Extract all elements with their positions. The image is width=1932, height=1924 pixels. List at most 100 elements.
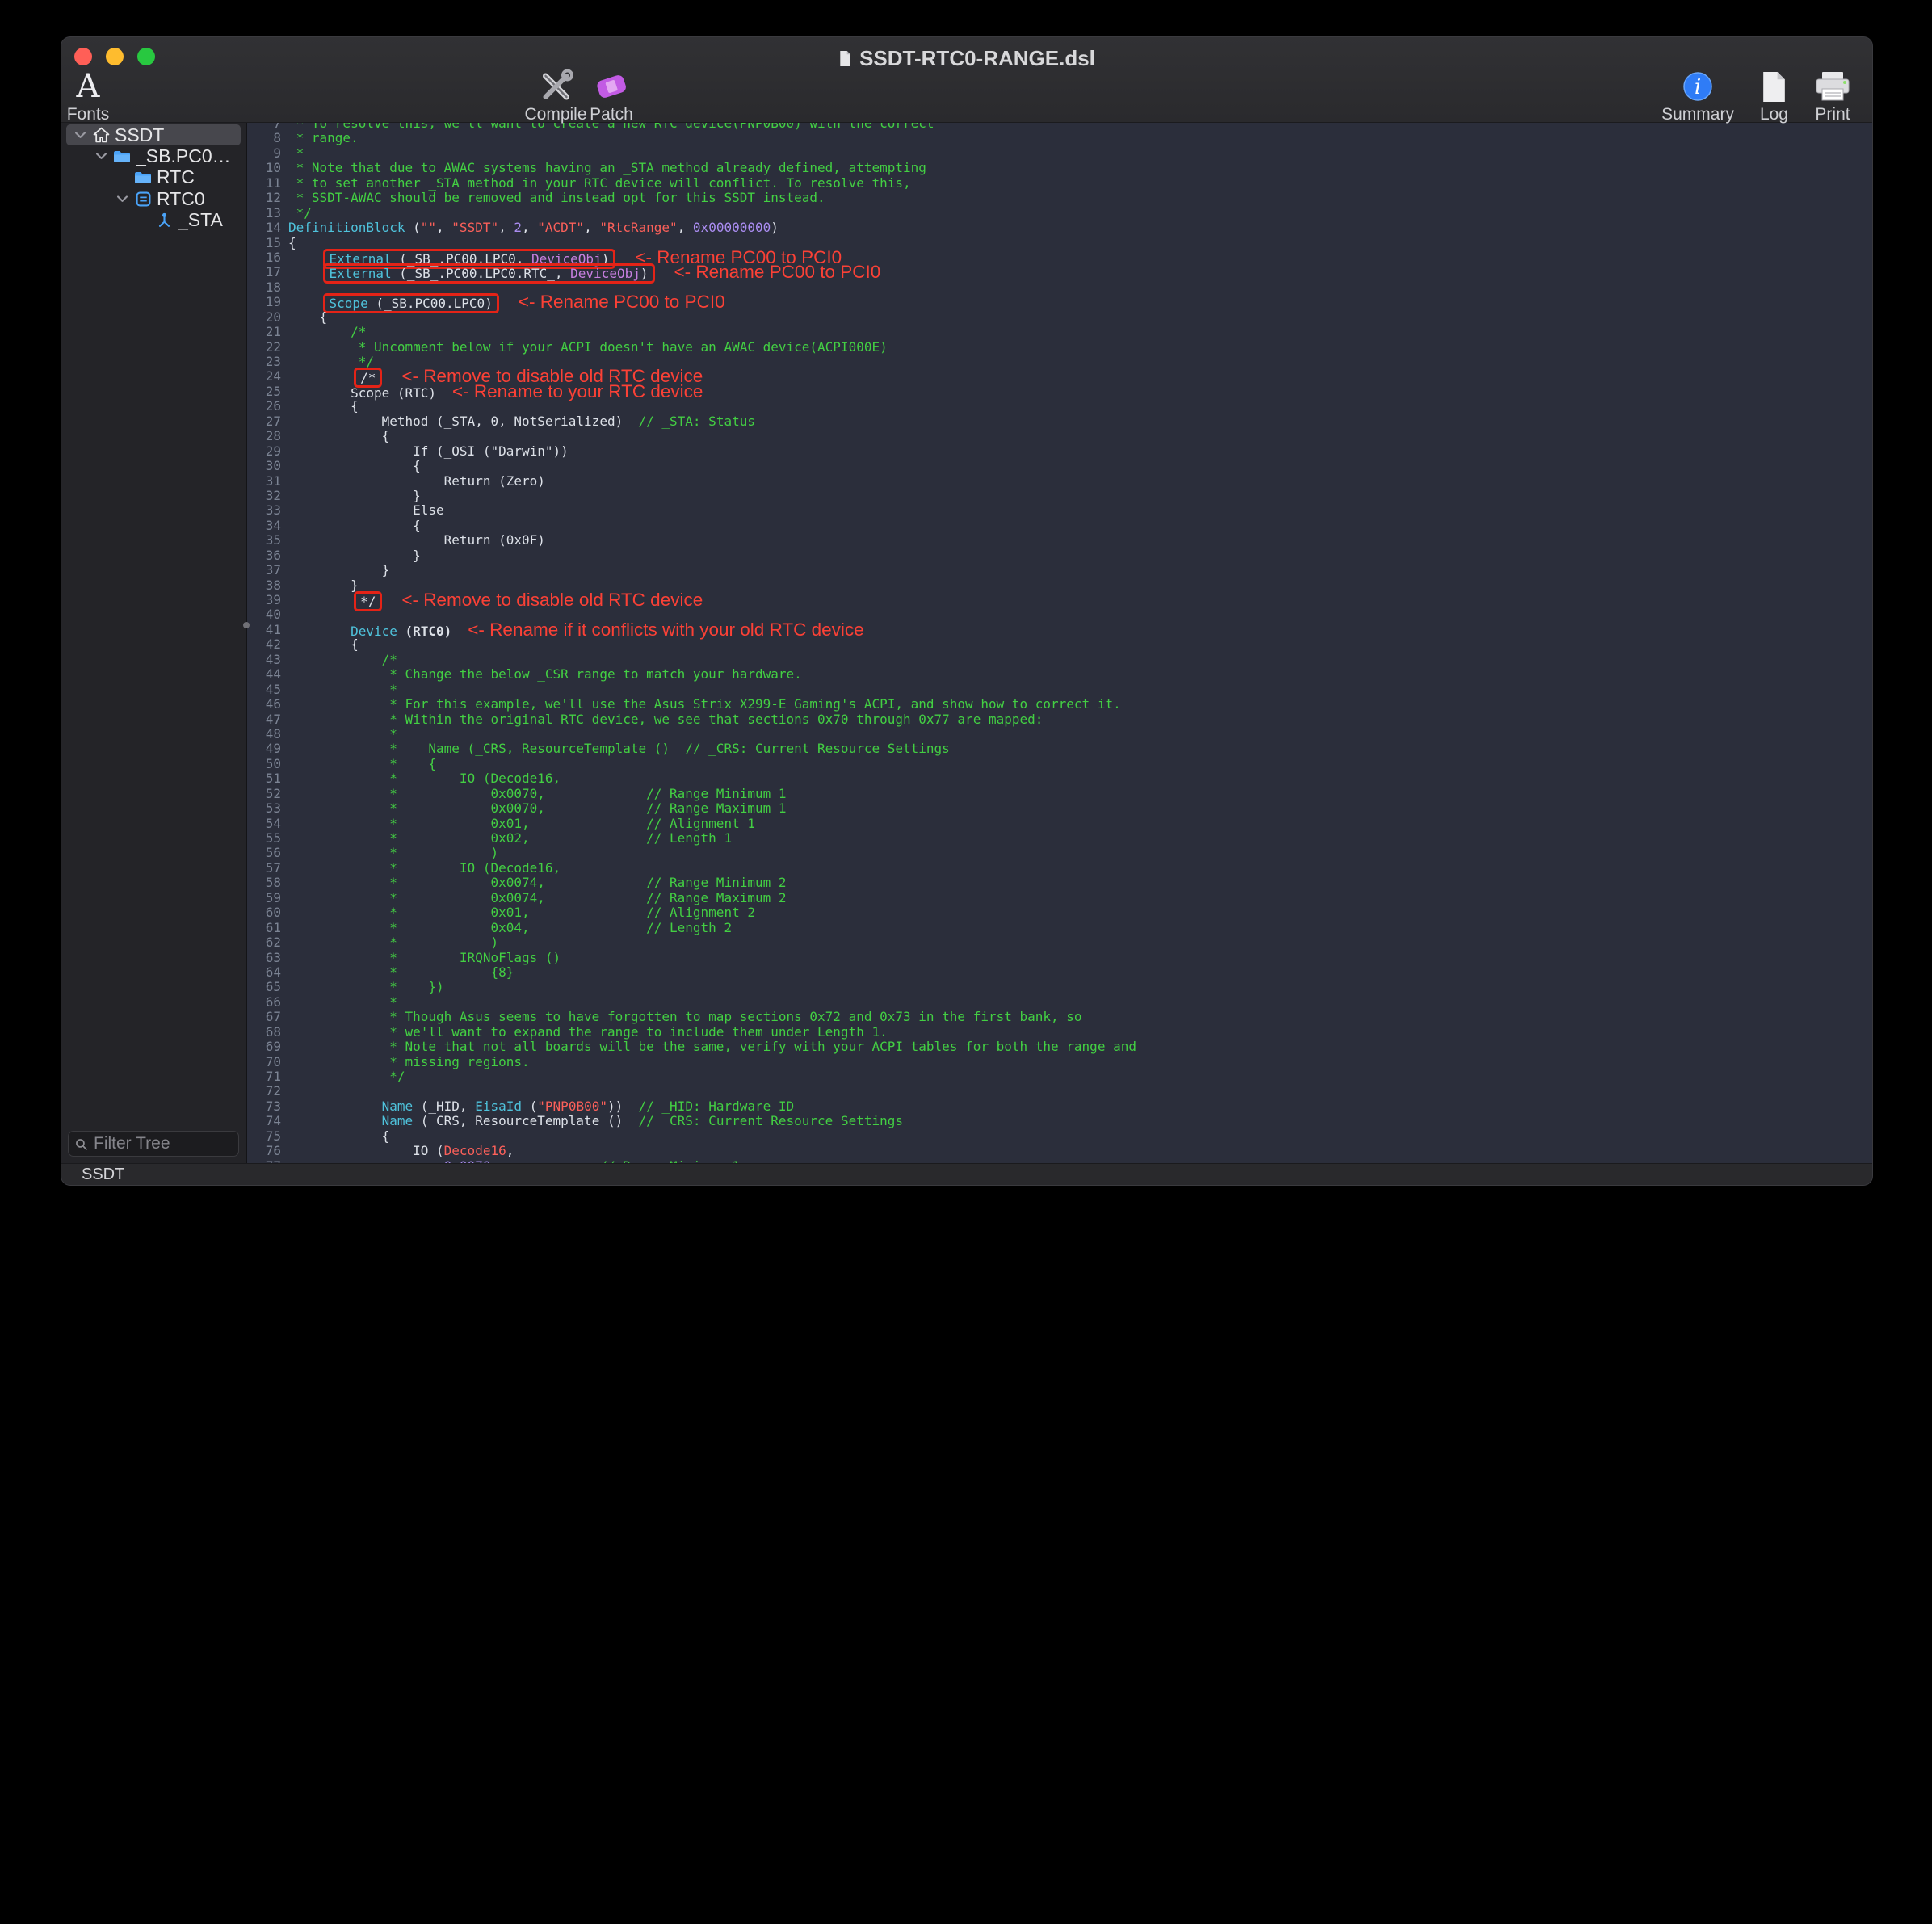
code-text: * )	[288, 935, 498, 950]
code-line: 43 /*	[247, 653, 1872, 667]
line-number: 45	[247, 683, 288, 697]
line-number: 73	[247, 1099, 288, 1114]
code-line: 41 Device (RTC0)<- Rename if it conflict…	[247, 623, 1872, 637]
summary-button[interactable]: i Summary	[1661, 69, 1734, 124]
code-text: {	[288, 236, 296, 250]
line-number: 13	[247, 206, 288, 221]
code-line: 58 * 0x0074, // Range Minimum 2	[247, 876, 1872, 890]
line-number: 12	[247, 191, 288, 205]
line-number: 72	[247, 1084, 288, 1099]
line-number: 33	[247, 503, 288, 518]
main-content: SSDT_SB.PC00.L...RTCRTC0_STA 7 * To reso…	[61, 123, 1872, 1163]
code-line: 63 * IRQNoFlags ()	[247, 951, 1872, 965]
code-text: * Note that due to AWAC systems having a…	[288, 161, 926, 175]
code-line: 27 Method (_STA, 0, NotSerialized) // _S…	[247, 414, 1872, 429]
info-icon: i	[1682, 69, 1714, 103]
code-text: Name (_CRS, ResourceTemplate () // _CRS:…	[288, 1114, 903, 1128]
zoom-button[interactable]	[137, 48, 155, 65]
sidebar-item-sta[interactable]: _STA	[66, 210, 241, 231]
code-line: 42 {	[247, 637, 1872, 652]
line-number: 50	[247, 757, 288, 771]
print-button[interactable]: Print	[1814, 69, 1851, 124]
window-controls	[74, 48, 155, 65]
sidebar-divider[interactable]	[246, 123, 247, 1163]
filter-field	[68, 1131, 239, 1157]
line-number: 71	[247, 1069, 288, 1084]
compile-button[interactable]: Compile	[524, 69, 586, 124]
line-number: 64	[247, 965, 288, 980]
code-line: 13 */	[247, 206, 1872, 221]
code-text: */	[288, 1069, 405, 1084]
annotation-highlight-box: Scope (_SB.PC00.LPC0)	[326, 296, 497, 311]
code-line: 30 {	[247, 459, 1872, 473]
code-line: 59 * 0x0074, // Range Maximum 2	[247, 891, 1872, 905]
code-line: 68 * we'll want to expand the range to i…	[247, 1025, 1872, 1040]
code-line: 29 If (_OSI ("Darwin"))	[247, 444, 1872, 459]
sidebar-item-rtc[interactable]: RTC	[66, 167, 241, 188]
sidebar-tree: SSDT_SB.PC00.L...RTCRTC0_STA	[61, 124, 246, 231]
code-text: * SSDT-AWAC should be removed and instea…	[288, 191, 825, 205]
code-line: 52 * 0x0070, // Range Minimum 1	[247, 787, 1872, 801]
sidebar-item-label: SSDT	[115, 124, 164, 146]
line-number: 10	[247, 161, 288, 175]
code-text: * 0x0074, // Range Minimum 2	[288, 876, 787, 890]
code-line: 73 Name (_HID, EisaId ("PNP0B00")) // _H…	[247, 1099, 1872, 1114]
log-button[interactable]: Log	[1760, 69, 1788, 124]
code-line: 72	[247, 1084, 1872, 1099]
code-text: * Note that not all boards will be the s…	[288, 1040, 1136, 1054]
sidebar-item-ssdt[interactable]: SSDT	[66, 124, 241, 145]
code-text: * we'll want to expand the range to incl…	[288, 1025, 888, 1040]
window-title-text: SSDT-RTC0-RANGE.dsl	[859, 46, 1095, 71]
code-line: 18	[247, 280, 1872, 295]
chevron-down-icon[interactable]	[94, 153, 108, 160]
filter-input[interactable]	[92, 1133, 232, 1154]
line-number: 55	[247, 831, 288, 846]
sidebar-item-rtc0[interactable]: RTC0	[66, 188, 241, 209]
line-number: 53	[247, 801, 288, 816]
patch-button[interactable]: Patch	[590, 69, 633, 124]
code-text: */<- Remove to disable old RTC device	[288, 593, 703, 607]
window-title: SSDT-RTC0-RANGE.dsl	[838, 46, 1095, 71]
code-line: 12 * SSDT-AWAC should be removed and ins…	[247, 191, 1872, 205]
annotation-text: <- Remove to disable old RTC device	[401, 590, 703, 610]
log-label: Log	[1760, 105, 1788, 124]
code-editor[interactable]: 7 * To resolve this, we'll want to creat…	[247, 123, 1872, 1163]
code-text: Device (RTC0)<- Rename if it conflicts w…	[288, 623, 864, 637]
chevron-down-icon[interactable]	[73, 132, 87, 139]
code-text: *	[288, 146, 304, 161]
code-text: * Uncomment below if your ACPI doesn't h…	[288, 340, 888, 355]
fonts-button[interactable]: A Fonts	[67, 69, 110, 124]
code-line: 9 *	[247, 146, 1872, 161]
annotation-highlight-box: External (_SB_.PC00.LPC0.RTC_, DeviceObj…	[326, 266, 653, 281]
code-text: * IRQNoFlags ()	[288, 951, 561, 965]
compile-label: Compile	[524, 105, 586, 124]
code-text: * IO (Decode16,	[288, 861, 561, 876]
code-line: 34 {	[247, 519, 1872, 533]
code-text: * 0x01, // Alignment 2	[288, 905, 755, 920]
code-line: 11 * to set another _STA method in your …	[247, 176, 1872, 191]
code-text: * IO (Decode16,	[288, 771, 561, 786]
sidebar-item-sb-pc00-l[interactable]: _SB.PC00.L...	[66, 145, 241, 166]
code-text: * )	[288, 846, 498, 860]
chevron-down-icon[interactable]	[115, 195, 129, 203]
fonts-icon: A	[77, 69, 100, 103]
code-text: *	[288, 995, 397, 1010]
titlebar: SSDT-RTC0-RANGE.dsl A Fonts Compile	[61, 37, 1872, 123]
code-text: *	[288, 683, 397, 697]
annotation-text: <- Rename PC00 to PCI0	[519, 292, 725, 312]
line-number: 69	[247, 1040, 288, 1054]
line-number: 16	[247, 250, 288, 265]
close-button[interactable]	[74, 48, 92, 65]
line-number: 44	[247, 667, 288, 682]
line-number: 7	[247, 123, 288, 131]
code-text: Name (_HID, EisaId ("PNP0B00")) // _HID:…	[288, 1099, 794, 1114]
minimize-button[interactable]	[106, 48, 124, 65]
patch-label: Patch	[590, 105, 633, 124]
code-text: Else	[288, 503, 444, 518]
code-text: Method (_STA, 0, NotSerialized) // _STA:…	[288, 414, 755, 429]
line-number: 48	[247, 727, 288, 741]
annotation-text: <- Rename if it conflicts with your old …	[468, 620, 863, 640]
app-window: SSDT-RTC0-RANGE.dsl A Fonts Compile	[61, 36, 1873, 1186]
line-number: 61	[247, 921, 288, 935]
line-number: 47	[247, 712, 288, 727]
